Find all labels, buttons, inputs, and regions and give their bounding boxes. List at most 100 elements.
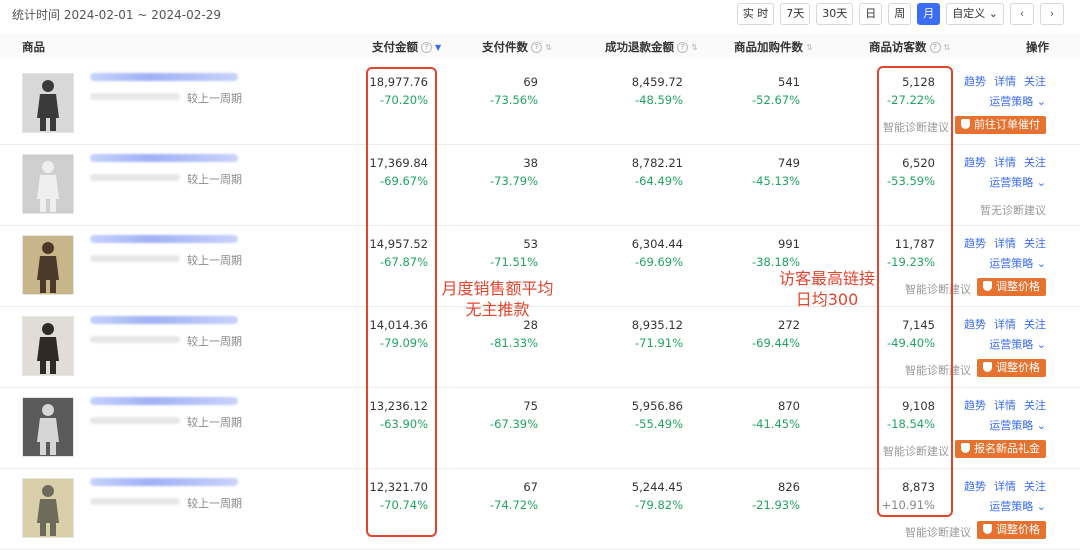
product-name-redacted[interactable] — [90, 397, 238, 405]
product-name-redacted[interactable] — [90, 478, 238, 486]
follow-link[interactable]: 关注 — [1024, 318, 1046, 331]
help-icon[interactable]: ? — [531, 41, 542, 53]
strategy-dropdown[interactable]: 运营策略 ⌄ — [956, 417, 1046, 433]
col-visitors[interactable]: 商品访客数? ⇅ — [869, 39, 950, 55]
sort-desc-icon[interactable]: ▼ — [435, 43, 441, 52]
diagnosis-button[interactable]: 调整价格 — [977, 278, 1046, 296]
help-icon[interactable]: ? — [929, 41, 941, 53]
refund-amount-cell-change: -48.59% — [635, 93, 683, 107]
product-thumbnail[interactable] — [22, 73, 74, 133]
product-name-redacted[interactable] — [90, 316, 238, 324]
product-image — [23, 74, 73, 132]
shield-icon — [983, 281, 992, 291]
refund-amount-cell-change: -64.49% — [635, 174, 683, 188]
detail-link[interactable]: 详情 — [994, 318, 1016, 331]
cart-count-cell-change: -52.67% — [752, 93, 800, 107]
diagnosis-button[interactable]: 调整价格 — [977, 521, 1046, 539]
product-id-redacted — [90, 93, 180, 100]
detail-link[interactable]: 详情 — [994, 75, 1016, 88]
strategy-dropdown[interactable]: 运营策略 ⌄ — [956, 93, 1046, 109]
help-icon[interactable]: ? — [421, 41, 432, 53]
strategy-dropdown[interactable]: 运营策略 ⌄ — [956, 174, 1046, 190]
help-icon[interactable]: ? — [677, 41, 688, 53]
sort-icon[interactable]: ⇅ — [806, 43, 813, 52]
chevron-right-icon: › — [1049, 7, 1055, 20]
diagnosis-button[interactable]: 前往订单催付 — [955, 116, 1046, 134]
next-period-button[interactable]: › — [1040, 3, 1064, 25]
col-actions: 操作 — [1026, 39, 1049, 55]
detail-link[interactable]: 详情 — [994, 399, 1016, 412]
product-thumbnail[interactable] — [22, 235, 74, 295]
col-refund-amount-label: 成功退款金额 — [605, 40, 674, 54]
annotation-note-left: 月度销售额平均 无主推款 — [440, 278, 555, 320]
refund-amount-cell: 8,782.21 -64.49% — [632, 154, 683, 190]
diagnosis-label: 智能诊断建议 — [905, 526, 971, 539]
trend-link[interactable]: 趋势 — [964, 156, 986, 169]
sort-icon[interactable]: ⇅ — [944, 43, 951, 52]
diagnosis-button-label: 调整价格 — [996, 361, 1040, 374]
pay-count-cell-change: -81.33% — [490, 336, 538, 350]
pay-count-cell-change: -71.51% — [490, 255, 538, 269]
trend-link[interactable]: 趋势 — [964, 480, 986, 493]
prev-period-button[interactable]: ‹ — [1010, 3, 1034, 25]
sort-icon[interactable]: ⇅ — [691, 43, 698, 52]
cart-count-cell-value: 826 — [778, 480, 800, 494]
range-week-button[interactable]: 周 — [888, 3, 912, 25]
col-pay-count[interactable]: 支付件数? ⇅ — [482, 39, 552, 55]
refund-amount-cell: 8,459.72 -48.59% — [632, 73, 683, 109]
follow-link[interactable]: 关注 — [1024, 399, 1046, 412]
product-thumbnail[interactable] — [22, 478, 74, 538]
range-month-button[interactable]: 月 — [917, 3, 941, 25]
trend-link[interactable]: 趋势 — [964, 318, 986, 331]
strategy-dropdown[interactable]: 运营策略 ⌄ — [956, 336, 1046, 352]
annotation-box-visitors — [877, 66, 953, 517]
product-thumbnail[interactable] — [22, 154, 74, 214]
refund-amount-cell-change: -71.91% — [635, 336, 683, 350]
product-name-redacted[interactable] — [90, 73, 238, 81]
cart-count-cell-change: -69.44% — [752, 336, 800, 350]
detail-link[interactable]: 详情 — [994, 480, 1016, 493]
cart-count-cell-change: -21.93% — [752, 498, 800, 512]
range-7d-button[interactable]: 7天 — [780, 3, 811, 25]
col-refund-amount[interactable]: 成功退款金额? ⇅ — [605, 39, 698, 55]
follow-link[interactable]: 关注 — [1024, 156, 1046, 169]
trend-link[interactable]: 趋势 — [964, 75, 986, 88]
sort-icon[interactable]: ⇅ — [545, 43, 552, 52]
shield-icon — [983, 362, 992, 372]
diagnosis-button[interactable]: 调整价格 — [977, 359, 1046, 377]
follow-link[interactable]: 关注 — [1024, 237, 1046, 250]
range-day-button[interactable]: 日 — [859, 3, 883, 25]
follow-link[interactable]: 关注 — [1024, 480, 1046, 493]
product-thumbnail[interactable] — [22, 316, 74, 376]
product-image — [23, 317, 73, 375]
compare-label: 较上一周期 — [187, 416, 242, 429]
trend-link[interactable]: 趋势 — [964, 399, 986, 412]
range-custom-button[interactable]: 自定义 ⌄ — [946, 3, 1004, 25]
diagnosis-button[interactable]: 报名新品礼金 — [955, 440, 1046, 458]
shield-icon — [961, 443, 970, 453]
diagnosis-button-label: 报名新品礼金 — [974, 442, 1040, 455]
col-pay-amount[interactable]: 支付金额? ▼ — [372, 39, 441, 55]
follow-link[interactable]: 关注 — [1024, 75, 1046, 88]
pay-count-cell: 53 -71.51% — [490, 235, 538, 271]
product-thumbnail[interactable] — [22, 397, 74, 457]
refund-amount-cell-value: 8,935.12 — [631, 318, 683, 332]
detail-link[interactable]: 详情 — [994, 237, 1016, 250]
range-30d-button[interactable]: 30天 — [816, 3, 854, 25]
detail-link[interactable]: 详情 — [994, 156, 1016, 169]
col-cart-count[interactable]: 商品加购件数 ⇅ — [734, 39, 813, 55]
trend-link[interactable]: 趋势 — [964, 237, 986, 250]
product-name-redacted[interactable] — [90, 154, 238, 162]
range-realtime-button[interactable]: 实 时 — [736, 3, 775, 25]
product-name-redacted[interactable] — [90, 235, 238, 243]
product-id-redacted — [90, 174, 180, 181]
top-bar: 统计时间 2024-02-01 ~ 2024-02-29 实 时 7天 30天 … — [0, 0, 1080, 34]
strategy-dropdown[interactable]: 运营策略 ⌄ — [956, 498, 1046, 514]
row-actions: 趋势 详情 关注运营策略 ⌄ — [956, 478, 1046, 514]
cart-count-cell-value: 272 — [778, 318, 800, 332]
compare-label: 较上一周期 — [187, 335, 242, 348]
row-actions: 趋势 详情 关注运营策略 ⌄ — [956, 154, 1046, 190]
refund-amount-cell-change: -55.49% — [635, 417, 683, 431]
refund-amount-cell: 8,935.12 -71.91% — [632, 316, 683, 352]
strategy-dropdown[interactable]: 运营策略 ⌄ — [956, 255, 1046, 271]
